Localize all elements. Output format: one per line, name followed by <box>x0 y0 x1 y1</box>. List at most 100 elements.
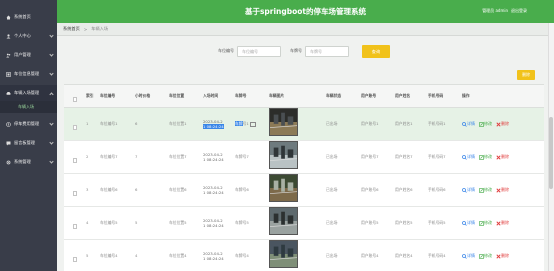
search-input-code[interactable]: 车位编号 <box>237 46 281 57</box>
cell-index: 4 <box>86 220 89 226</box>
top-header: 基于springboot的停车场管理系统 管理员 admin 退出登录 <box>57 0 554 23</box>
delete-label: 删除 <box>501 253 509 258</box>
table-row[interactable]: 4 车位编号5 5 车位位置5 2023-04-2 1 08:24:24 车牌号5 已出场 用户… <box>64 207 544 240</box>
parking-icon <box>6 71 11 77</box>
delete-button[interactable]: 删除 <box>496 253 509 259</box>
sidebar-item-label: 系统管理 <box>14 159 31 164</box>
col-header-account: 用户账号 <box>361 93 377 99</box>
cell-account: 用户账号4 <box>361 253 379 259</box>
edit-button[interactable]: 修改 <box>479 220 492 226</box>
view-label: 详情 <box>467 220 475 225</box>
vehicle-image[interactable] <box>269 108 298 136</box>
delete-button[interactable]: 删除 <box>496 121 509 127</box>
cell-plate-text: 车牌号7 <box>235 154 249 160</box>
cell-plate-selected: 车牌 <box>235 121 243 127</box>
vehicle-image[interactable] <box>269 240 298 268</box>
cell-time: 2023-04-2 1 08:24:24 <box>203 218 235 229</box>
col-header-price: 小时价格 <box>135 93 151 99</box>
edit-button[interactable]: 修改 <box>479 154 492 160</box>
table-row[interactable]: 3 车位编号6 6 车位位置6 2023-04-2 1 08:24:24 车牌号6 已出场 用户… <box>64 174 544 207</box>
table-row[interactable]: 2 车位编号7 7 车位位置7 2023-04-2 1 08:24:24 车牌号7 已出场 用户… <box>64 141 544 174</box>
view-button[interactable]: 详情 <box>462 220 475 226</box>
chevron-down-icon <box>49 140 54 145</box>
cell-time: 2023-04-2 1 08:24:24 <box>203 119 235 130</box>
cell-index: 3 <box>86 187 89 193</box>
sidebar-item-home[interactable]: 系统首页 <box>0 9 57 25</box>
row-checkbox[interactable] <box>72 257 78 262</box>
cell-phone: 手机号码5 <box>428 220 446 226</box>
cell-index: 1 <box>86 121 89 127</box>
sidebar-item-fee[interactable]: 停车费用管理 <box>0 116 57 132</box>
sidebar-item-system[interactable]: 系统管理 <box>0 154 57 170</box>
settings-icon <box>6 160 11 164</box>
logout-link[interactable]: 退出登录 <box>511 8 527 14</box>
table-row[interactable]: 5 车位编号4 4 车位位置4 2023-04-2 1 08:24:24 车牌号4 已出场 用户… <box>64 240 544 271</box>
view-label: 详情 <box>467 154 475 159</box>
cell-status: 已出场 <box>326 220 338 226</box>
sidebar-item-label: 车辆入场管理 <box>14 90 40 95</box>
row-checkbox[interactable] <box>72 224 78 229</box>
sidebar-item-label: 车位信息管理 <box>14 71 40 76</box>
cell-account: 用户账号5 <box>361 220 379 226</box>
table-header: 索引 车位编号 小时价格 车位位置 入场时间 车牌号 车辆图片 车辆状态 用户账… <box>64 84 544 108</box>
search-input-plate[interactable]: 车牌号 <box>305 46 349 57</box>
view-button[interactable]: 详情 <box>462 121 475 127</box>
cell-code: 车位编号4 <box>100 253 118 259</box>
cell-actions: 详情 修改 删除 <box>462 121 522 127</box>
cell-phone: 手机号码4 <box>428 253 446 259</box>
cell-time-line2: 1 08:24:24 <box>203 124 224 129</box>
sidebar: 系统首页 个人中心 用户管理 车位信息管理 车辆入场管理 车辆入场 停车费用管理… <box>0 0 57 271</box>
view-button[interactable]: 详情 <box>462 253 475 259</box>
sidebar-item-message[interactable]: 留言板管理 <box>0 135 57 151</box>
cell-name: 用户姓名4 <box>395 253 413 259</box>
cell-index: 2 <box>86 154 89 160</box>
delete-button[interactable]: 删除 <box>496 187 509 193</box>
cell-price: 6 <box>135 121 138 127</box>
view-button[interactable]: 详情 <box>462 154 475 160</box>
row-checkbox[interactable] <box>72 191 78 196</box>
chevron-down-icon <box>49 52 54 57</box>
sidebar-item-parking[interactable]: 车位信息管理 <box>0 66 57 82</box>
edit-button[interactable]: 修改 <box>479 187 492 193</box>
sidebar-item-car-entry[interactable]: 车辆入场管理 <box>0 85 57 101</box>
edit-button[interactable]: 修改 <box>479 253 492 259</box>
vehicle-image[interactable] <box>269 174 298 202</box>
cell-time-line2: 1 08:24:24 <box>203 190 224 195</box>
delete-button[interactable]: 删除 <box>496 220 509 226</box>
sidebar-item-profile[interactable]: 个人中心 <box>0 28 57 44</box>
cell-actions: 详情 修改 删除 <box>462 154 522 160</box>
view-button[interactable]: 详情 <box>462 187 475 193</box>
search-button[interactable]: 查询 <box>362 45 390 58</box>
cell-phone: 手机号码7 <box>428 154 446 160</box>
edit-button[interactable]: 修改 <box>479 121 492 127</box>
row-checkbox[interactable] <box>72 158 78 163</box>
col-header-index: 索引 <box>86 93 94 99</box>
cell-plate-text: 车牌号5 <box>235 220 249 226</box>
delete-button[interactable]: 删除 <box>496 154 509 160</box>
cell-location: 车位位置4 <box>169 253 187 259</box>
sidebar-subitem-car-entry[interactable]: 车辆入场 <box>0 101 57 113</box>
image-icon <box>249 121 256 127</box>
home-icon <box>6 15 11 19</box>
cell-actions: 详情 修改 删除 <box>462 187 522 193</box>
table-row[interactable]: 1 车位编号1 6 车位位置1 2023-04-2 1 08:24:24 车牌号1 已出场 用户… <box>64 108 544 141</box>
cell-phone: 手机号码1 <box>428 121 446 127</box>
vehicle-image[interactable] <box>269 141 298 169</box>
edit-label: 修改 <box>484 187 492 192</box>
col-header-plate: 车牌号 <box>235 93 247 99</box>
cell-plate: 车牌号6 <box>235 187 269 193</box>
cell-account: 用户账号7 <box>361 154 379 160</box>
sidebar-item-label: 停车费用管理 <box>14 121 40 126</box>
breadcrumb-home[interactable]: 系统首页 <box>63 26 80 32</box>
cell-plate-text: 车牌号6 <box>235 187 249 193</box>
cell-name: 用户姓名5 <box>395 220 413 226</box>
select-all-checkbox[interactable] <box>72 97 78 102</box>
cell-account: 用户账号1 <box>361 121 379 127</box>
batch-delete-button[interactable]: 删除 <box>517 70 535 80</box>
vehicle-image[interactable] <box>269 207 298 235</box>
edit-label: 修改 <box>484 154 492 159</box>
scrollbar-thumb[interactable] <box>549 117 553 189</box>
sidebar-item-users[interactable]: 用户管理 <box>0 47 57 63</box>
edit-label: 修改 <box>484 121 492 126</box>
row-checkbox[interactable] <box>72 125 78 130</box>
